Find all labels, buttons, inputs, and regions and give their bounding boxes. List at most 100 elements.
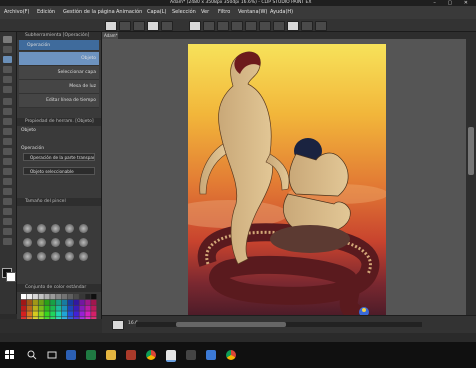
color-swatch[interactable] xyxy=(32,294,38,300)
photos-icon[interactable] xyxy=(206,350,216,360)
brush-size-preset[interactable] xyxy=(51,224,60,233)
document-tab[interactable]: Adam* xyxy=(102,32,118,39)
color-swatch[interactable] xyxy=(50,294,56,300)
color-swatch[interactable] xyxy=(91,305,97,311)
color-swatch[interactable] xyxy=(44,311,50,317)
balloon-tool-icon[interactable] xyxy=(3,228,12,235)
color-swatch[interactable] xyxy=(67,305,74,311)
color-swatch[interactable] xyxy=(73,311,79,317)
color-swatch[interactable] xyxy=(21,305,27,311)
color-swatch[interactable] xyxy=(85,305,91,311)
color-swatch[interactable] xyxy=(50,305,56,311)
color-swatch[interactable] xyxy=(67,311,74,317)
color-swatch[interactable] xyxy=(73,305,79,311)
color-swatch[interactable] xyxy=(67,294,74,300)
crop-icon[interactable] xyxy=(259,21,271,31)
brush-size-preset[interactable] xyxy=(65,252,74,261)
color-swatch[interactable] xyxy=(61,299,68,305)
color-swatch[interactable] xyxy=(56,305,62,311)
transform-icon[interactable] xyxy=(217,21,229,31)
color-swatch[interactable] xyxy=(32,305,38,311)
search-icon[interactable] xyxy=(27,350,37,360)
brush-tool-icon[interactable] xyxy=(3,118,12,125)
color-swatch[interactable] xyxy=(56,311,62,317)
fill-icon[interactable] xyxy=(203,21,215,31)
clear-icon[interactable] xyxy=(189,21,201,31)
selection-layer-icon[interactable] xyxy=(273,21,285,31)
horizontal-scrollbar[interactable] xyxy=(136,322,422,327)
vertical-scrollbar[interactable] xyxy=(466,39,476,315)
airbrush-tool-icon[interactable] xyxy=(3,128,12,135)
undo-icon[interactable] xyxy=(147,21,159,31)
save-icon[interactable] xyxy=(133,21,145,31)
color-swatch[interactable] xyxy=(26,294,33,300)
figure-tool-icon[interactable] xyxy=(3,188,12,195)
sub-tool-seleccionar-capa[interactable]: Seleccionar capa xyxy=(19,66,99,80)
brush-size-preset[interactable] xyxy=(23,252,32,261)
color-swatch[interactable] xyxy=(85,294,91,300)
horizontal-scroll-thumb[interactable] xyxy=(176,322,286,327)
brush-size-preset[interactable] xyxy=(51,252,60,261)
pencil-tool-icon[interactable] xyxy=(3,108,12,115)
color-swatch[interactable] xyxy=(26,311,33,317)
brush-size-preset[interactable] xyxy=(79,252,88,261)
color-swatch[interactable] xyxy=(73,294,79,300)
brush-size-preset[interactable] xyxy=(37,252,46,261)
word-icon[interactable] xyxy=(66,350,76,360)
vertical-scroll-thumb[interactable] xyxy=(468,127,474,175)
color-swatch[interactable] xyxy=(73,299,79,305)
color-swatch[interactable] xyxy=(67,299,74,305)
color-swatch[interactable] xyxy=(38,294,44,300)
fill-tool-icon[interactable] xyxy=(3,168,12,175)
ruler-tool-icon[interactable] xyxy=(3,208,12,215)
color-swatch[interactable] xyxy=(21,311,27,317)
color-swatch[interactable] xyxy=(50,299,56,305)
move-tool-icon[interactable] xyxy=(3,46,12,53)
brush-size-preset[interactable] xyxy=(65,224,74,233)
color-swatch[interactable] xyxy=(32,299,38,305)
color-swatch[interactable] xyxy=(61,305,68,311)
brush-size-preset[interactable] xyxy=(23,224,32,233)
menu-ayuda[interactable]: Ayuda(H) xyxy=(270,9,293,15)
color-swatch[interactable] xyxy=(26,299,33,305)
object-dropdown[interactable]: Objeto seleccionable xyxy=(23,167,95,175)
clip-studio-icon[interactable] xyxy=(166,350,176,362)
menu-archivo[interactable]: Archivo(F) xyxy=(4,9,29,15)
open-icon[interactable] xyxy=(119,21,131,31)
color-swatch[interactable] xyxy=(85,311,91,317)
chrome-icon-2[interactable] xyxy=(226,350,236,360)
brush-size-preset[interactable] xyxy=(23,238,32,247)
color-swatch[interactable] xyxy=(79,299,85,305)
selection-tool-icon[interactable] xyxy=(3,66,12,73)
auto-select-tool-icon[interactable] xyxy=(3,76,12,83)
sub-tool-editar-linea[interactable]: Editar línea de tiempo xyxy=(19,94,99,108)
office-icon[interactable] xyxy=(126,350,136,360)
windows-start-icon[interactable] xyxy=(5,350,15,360)
illustration-canvas[interactable] xyxy=(188,44,386,326)
color-swatch[interactable] xyxy=(21,299,27,305)
correct-line-tool-icon[interactable] xyxy=(3,238,12,245)
snap-grid-icon[interactable] xyxy=(315,21,327,31)
color-swatch[interactable] xyxy=(38,305,44,311)
sub-tool-objeto[interactable]: Objeto xyxy=(19,52,99,66)
snap-ruler-icon[interactable] xyxy=(301,21,313,31)
menu-ventana[interactable]: Ventana(W) xyxy=(238,9,267,15)
sub-tool-mesa-de-luz[interactable]: Mesa de luz xyxy=(19,80,99,94)
new-file-icon[interactable] xyxy=(105,21,117,31)
menu-ver[interactable]: Ver xyxy=(201,9,209,15)
operation-dropdown[interactable]: Operación de la parte transparente xyxy=(23,153,95,161)
color-swatch[interactable] xyxy=(91,299,97,305)
color-swatch[interactable] xyxy=(44,305,50,311)
eyedropper-tool-icon[interactable] xyxy=(3,86,12,93)
sub-tool-group-operacion[interactable]: Operación xyxy=(19,40,99,51)
brush-size-preset[interactable] xyxy=(79,238,88,247)
file-explorer-icon[interactable] xyxy=(106,350,116,360)
invert-selection-icon[interactable] xyxy=(245,21,257,31)
zoom-tool-icon[interactable] xyxy=(3,36,12,43)
excel-icon[interactable] xyxy=(86,350,96,360)
menu-animacion[interactable]: Animación xyxy=(116,9,142,15)
decoration-tool-icon[interactable] xyxy=(3,138,12,145)
menu-capa[interactable]: Capa(L) xyxy=(147,9,166,15)
chrome-icon[interactable] xyxy=(146,350,156,360)
pen-tool-icon[interactable] xyxy=(3,98,12,105)
